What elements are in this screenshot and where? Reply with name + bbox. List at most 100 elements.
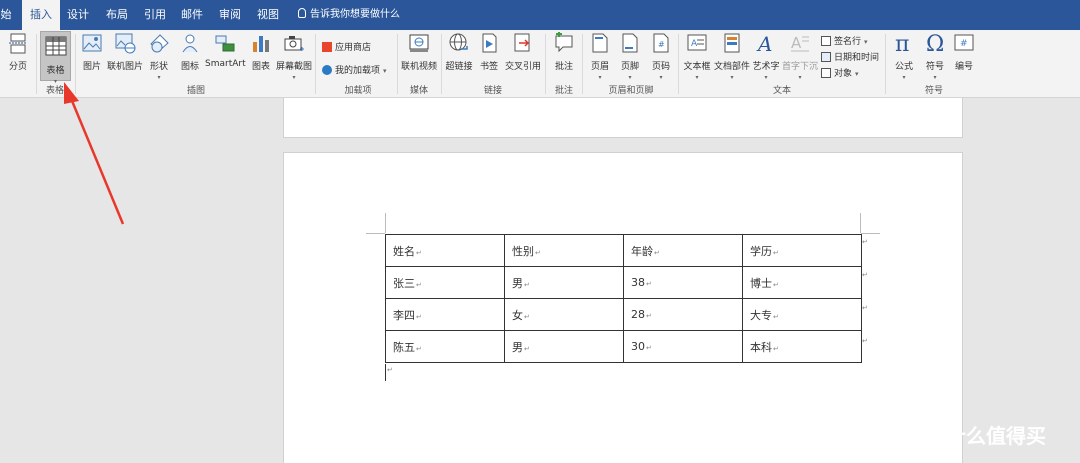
tab-mailings[interactable]: 邮件: [176, 0, 208, 30]
table-cell[interactable]: 姓名↵: [385, 234, 505, 267]
header-icon: [589, 32, 611, 54]
smartart-button[interactable]: SmartArt: [205, 32, 246, 69]
table-cell[interactable]: 李四↵: [385, 298, 505, 331]
icons-button[interactable]: 图标: [177, 32, 203, 72]
signature-line-button[interactable]: 签名行 ▾: [821, 34, 868, 47]
chevron-down-icon: ▾: [598, 74, 602, 81]
group-label-comments: 批注: [554, 86, 573, 96]
tell-me-box[interactable]: 告诉我你想要做什么: [298, 0, 400, 30]
object-label: 对象: [834, 69, 853, 79]
online-pictures-button[interactable]: 联机图片: [107, 32, 143, 72]
tab-home[interactable]: 始: [0, 0, 18, 30]
footer-button[interactable]: 页脚 ▾: [618, 32, 642, 81]
text-cursor: [385, 364, 386, 381]
group-separator: [441, 34, 442, 94]
table-row: 张三↵ 男↵ 38↵ 博士↵: [385, 266, 862, 299]
table-cell[interactable]: 博士↵: [742, 266, 862, 299]
bookmark-icon: [478, 32, 500, 54]
shapes-icon: [148, 32, 170, 54]
table-cell[interactable]: 28↵: [623, 298, 743, 331]
table-cell[interactable]: 张三↵: [385, 266, 505, 299]
end-of-row-mark: ↵: [862, 271, 868, 279]
chart-label: 图表: [251, 62, 270, 72]
group-separator: [397, 34, 398, 94]
cross-reference-button[interactable]: 交叉引用: [504, 32, 542, 72]
screenshot-button[interactable]: 屏幕截图 ▾: [275, 32, 313, 81]
pictures-label: 图片: [82, 62, 101, 72]
store-button[interactable]: 应用商店: [322, 40, 371, 53]
chart-icon: [250, 32, 272, 54]
icons-label: 图标: [180, 62, 199, 72]
wordart-icon: A: [755, 32, 777, 56]
tab-layout[interactable]: 布局: [101, 0, 133, 30]
drop-cap-label: 首字下沉: [782, 62, 819, 72]
header-button[interactable]: 页眉 ▾: [588, 32, 612, 81]
pictures-button[interactable]: 图片: [79, 32, 105, 72]
chart-button[interactable]: 图表: [249, 32, 273, 72]
page-break-label: 分页: [8, 62, 27, 72]
table-cell[interactable]: 38↵: [623, 266, 743, 299]
wordart-button[interactable]: A 艺术字 ▾: [752, 32, 780, 81]
tab-references[interactable]: 引用: [139, 0, 171, 30]
shapes-button[interactable]: 形状 ▾: [146, 32, 172, 81]
group-label-illustrations: 插图: [186, 86, 205, 96]
table-cell[interactable]: 年龄↵: [623, 234, 743, 267]
object-icon: [821, 68, 831, 78]
table-cell[interactable]: 女↵: [504, 298, 624, 331]
symbol-label: 符号: [925, 62, 944, 72]
table-cell[interactable]: 男↵: [504, 330, 624, 363]
table-cell[interactable]: 陈五↵: [385, 330, 505, 363]
new-comment-button[interactable]: 批注: [551, 31, 577, 72]
cross-reference-icon: [512, 32, 534, 54]
online-video-button[interactable]: 联机视频: [400, 32, 438, 72]
page-break-button[interactable]: 分页: [3, 32, 33, 72]
table-cell[interactable]: 性别↵: [504, 234, 624, 267]
svg-text:#: #: [658, 40, 665, 49]
group-separator: [678, 34, 679, 94]
text-box-button[interactable]: A 文本框 ▾: [683, 32, 711, 81]
chevron-down-icon: ▾: [695, 74, 699, 81]
date-time-label: 日期和时间: [834, 53, 880, 63]
page-number-button[interactable]: # 页码 ▾: [649, 32, 673, 81]
table-row: 李四↵ 女↵ 28↵ 大专↵: [385, 298, 862, 331]
equation-button[interactable]: π 公式 ▾: [890, 32, 918, 81]
numbering-icon: #: [953, 32, 975, 54]
table-cell[interactable]: 大专↵: [742, 298, 862, 331]
chevron-down-icon: ▾: [902, 74, 906, 81]
tab-design[interactable]: 设计: [62, 0, 94, 30]
drop-cap-button[interactable]: A 首字下沉 ▾: [782, 32, 818, 81]
numbering-button[interactable]: # 编号: [951, 32, 977, 72]
footer-icon: [619, 32, 641, 54]
group-separator: [36, 34, 37, 94]
table-button[interactable]: 表格 ▾: [40, 31, 71, 85]
quick-parts-icon: [721, 32, 743, 54]
bookmark-button[interactable]: 书签: [477, 32, 501, 72]
table-cell[interactable]: 学历↵: [742, 234, 862, 267]
my-addins-button[interactable]: 我的加载项 ▾: [322, 63, 387, 76]
group-separator: [75, 34, 76, 94]
object-button[interactable]: 对象 ▾: [821, 66, 859, 79]
table-row: 陈五↵ 男↵ 30↵ 本科↵: [385, 330, 862, 363]
table-cell[interactable]: 男↵: [504, 266, 624, 299]
watermark: 什么值得买: [914, 420, 1046, 449]
group-separator: [315, 34, 316, 94]
hyperlink-button[interactable]: 超链接: [445, 32, 473, 72]
tab-insert[interactable]: 插入: [22, 0, 60, 30]
date-time-button[interactable]: 日期和时间: [821, 50, 879, 63]
tab-review[interactable]: 审阅: [214, 0, 246, 30]
symbol-button[interactable]: Ω 符号 ▾: [921, 32, 949, 81]
cross-reference-label: 交叉引用: [504, 62, 541, 72]
chevron-down-icon: ▾: [855, 70, 859, 78]
watermark-logo-icon: [914, 423, 940, 449]
equation-label: 公式: [894, 62, 913, 72]
table-row: 姓名↵ 性别↵ 年龄↵ 学历↵: [385, 234, 862, 267]
svg-text:A: A: [691, 39, 698, 49]
footer-label: 页脚: [620, 62, 639, 72]
table-cell[interactable]: 本科↵: [742, 330, 862, 363]
table-cell[interactable]: 30↵: [623, 330, 743, 363]
margin-mark: [861, 233, 880, 234]
bookmark-label: 书签: [479, 62, 498, 72]
tab-view[interactable]: 视图: [252, 0, 284, 30]
document-table[interactable]: 姓名↵ 性别↵ 年龄↵ 学历↵ 张三↵ 男↵ 38↵ 博士↵ 李四↵ 女↵ 28…: [385, 234, 862, 363]
quick-parts-button[interactable]: 文档部件 ▾: [714, 32, 750, 81]
